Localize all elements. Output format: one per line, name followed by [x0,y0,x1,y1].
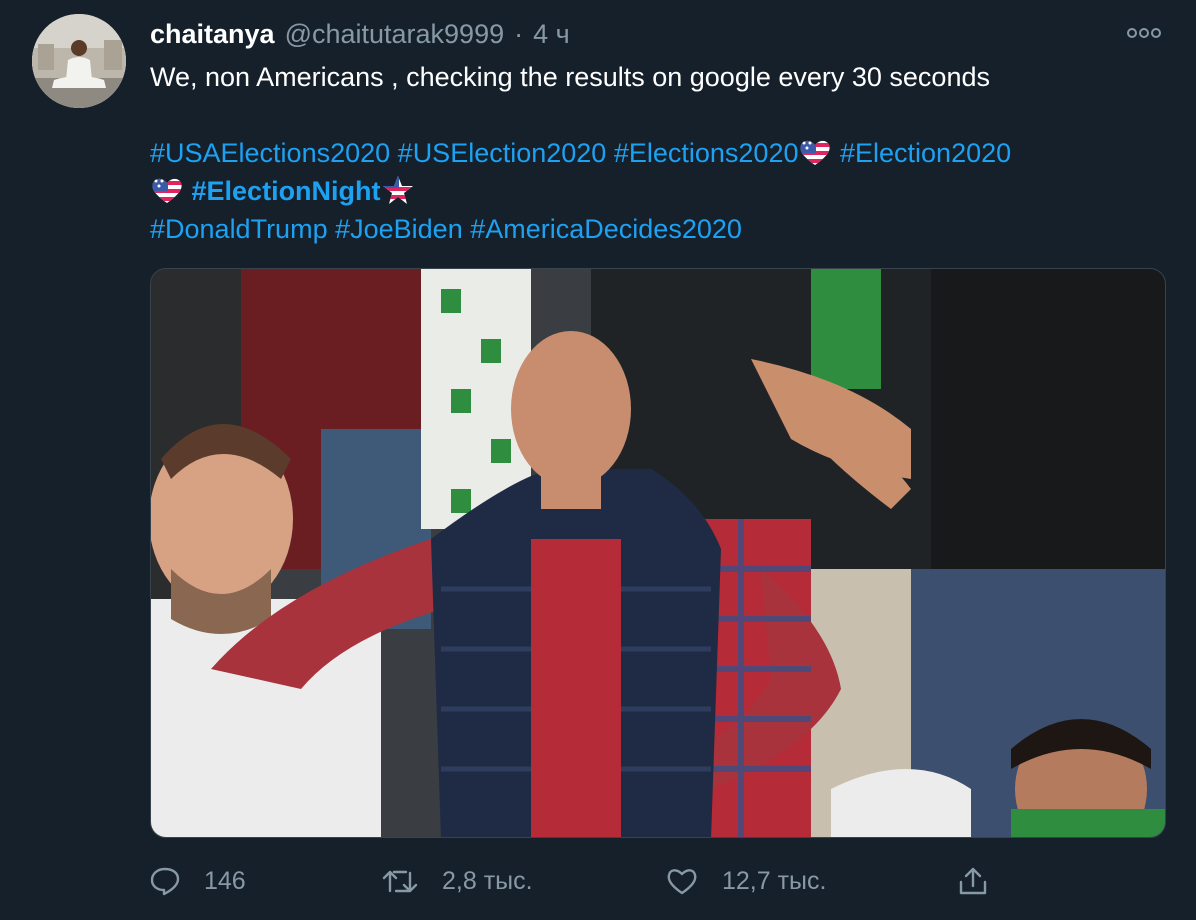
retweet-icon [382,870,418,893]
author-handle[interactable]: @chaitutarak9999 [285,19,505,50]
reply-count: 146 [204,866,246,895]
hashtag-donaldtrump[interactable]: #DonaldTrump [150,214,328,244]
share-icon [959,867,987,895]
avatar-image [32,14,126,108]
retweet-button[interactable]: 2,8 тыс. [382,858,533,904]
us-flag-heart-icon [150,175,184,205]
us-flag-star-icon [381,175,415,205]
like-count: 12,7 тыс. [722,866,827,895]
share-button[interactable] [958,858,1012,904]
like-button[interactable]: 12,7 тыс. [666,858,826,904]
tweet-media-photo[interactable] [150,268,1166,838]
separator-dot: · [514,18,524,49]
tweet-card[interactable]: chaitanya @chaitutarak9999 · 4 ч We, non… [0,0,1196,920]
reply-icon [150,867,180,896]
hashtag-block: #USAElections2020 #USElection2020 #Elect… [150,134,1170,248]
tweet-actions: 146 2,8 тыс. 12,7 тыс. [150,858,1170,904]
hashtag-electionnight[interactable]: #ElectionNight [192,176,381,206]
meme-photo [151,269,1165,837]
retweet-count: 2,8 тыс. [442,866,533,895]
hashtag-election2020[interactable]: #Election2020 [840,138,1011,168]
tweet-header: chaitanya @chaitutarak9999 · 4 ч [150,18,570,50]
heart-icon [667,869,697,895]
tweet-text: We, non Americans , checking the results… [150,62,990,92]
hashtag-joebiden[interactable]: #JoeBiden [335,214,463,244]
hashtag-uselection2020[interactable]: #USElection2020 [398,138,607,168]
tweet-timestamp[interactable]: 4 ч [533,19,570,50]
avatar[interactable] [32,14,126,108]
hashtag-elections2020[interactable]: #Elections2020 [614,138,799,168]
author-name[interactable]: chaitanya [150,19,275,50]
hashtag-usaelections2020[interactable]: #USAElections2020 [150,138,390,168]
us-flag-heart-icon [798,137,832,167]
reply-button[interactable]: 146 [150,858,246,904]
more-options-icon[interactable] [1124,22,1164,44]
hashtag-americadecides2020[interactable]: #AmericaDecides2020 [470,214,742,244]
